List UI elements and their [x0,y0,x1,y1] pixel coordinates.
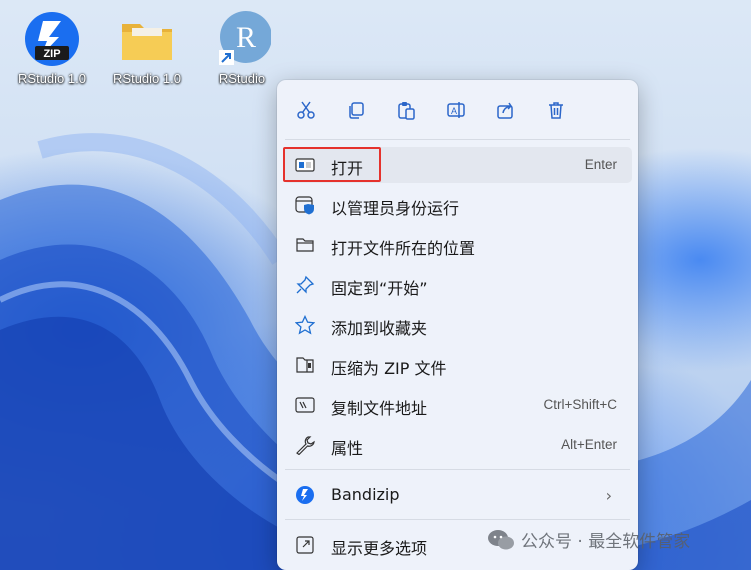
menu-item-open-file-location[interactable]: 打开文件所在的位置 [283,227,632,263]
menu-item-label: Bandizip [331,485,400,504]
menu-item-bandizip[interactable]: Bandizip › [283,477,632,513]
menu-item-shortcut: Ctrl+Shift+C [543,397,617,412]
menu-item-add-to-favorites[interactable]: 添加到收藏夹 [283,307,632,343]
admin-shield-icon [295,195,315,215]
desktop-icon-label: RStudio 1.0 [18,71,86,86]
menu-item-shortcut: Alt+Enter [561,437,617,452]
menu-item-label: 复制文件地址 [331,399,428,418]
desktop-icon-rstudio-zip[interactable]: ZIP RStudio 1.0 [7,10,97,86]
rename-icon[interactable]: A [442,96,470,124]
menu-separator [285,139,630,140]
svg-text:ZIP: ZIP [43,48,60,60]
folder-open-icon [295,235,315,255]
delete-icon[interactable] [542,96,570,124]
menu-item-label: 打开文件所在的位置 [331,239,476,258]
wrench-icon [295,435,315,456]
desktop-icon-rstudio-shortcut[interactable]: R RStudio [197,10,287,86]
bandizip-icon [295,485,315,505]
desktop-icon-rstudio-folder[interactable]: RStudio 1.0 [102,10,192,86]
folder-icon [118,10,176,68]
chevron-right-icon: › [605,486,612,505]
menu-separator [285,519,630,520]
star-icon [294,314,316,335]
share-icon[interactable] [492,96,520,124]
copy-path-icon [295,395,315,415]
copy-icon[interactable] [342,96,370,124]
svg-text:A: A [451,106,457,116]
svg-text:R: R [236,21,256,54]
zip-archive-icon: ZIP [23,10,81,68]
more-options-icon [295,535,315,555]
watermark: 公众号 · 最全软件管家 [487,527,690,556]
cut-icon[interactable] [292,96,320,124]
menu-item-label: 压缩为 ZIP 文件 [331,359,447,378]
menu-item-label: 固定到“开始” [331,279,428,298]
menu-separator [285,469,630,470]
zip-folder-icon [295,355,315,375]
menu-item-shortcut: Enter [584,157,617,172]
menu-item-label: 属性 [331,439,364,458]
menu-item-compress-zip[interactable]: 压缩为 ZIP 文件 [283,347,632,383]
wechat-logo-icon [487,529,515,556]
desktop-icon-label: RStudio [218,71,266,86]
menu-item-run-as-admin[interactable]: 以管理员身份运行 [283,187,632,223]
menu-item-label: 以管理员身份运行 [331,199,460,218]
menu-item-label: 添加到收藏夹 [331,319,428,338]
pin-icon [295,275,315,295]
r-app-shortcut-icon: R [213,10,272,68]
menu-item-pin-to-start[interactable]: 固定到“开始” [283,267,632,303]
menu-item-label: 显示更多选项 [331,539,428,558]
menu-item-copy-path[interactable]: 复制文件地址 Ctrl+Shift+C [283,387,632,423]
paste-icon[interactable] [392,96,420,124]
desktop-icon-label: RStudio 1.0 [113,71,181,86]
menu-item-properties[interactable]: 属性 Alt+Enter [283,427,632,463]
watermark-text: 公众号 · 最全软件管家 [521,532,691,552]
highlight-annotation [283,147,381,182]
context-menu-toolbar: A [277,80,638,138]
